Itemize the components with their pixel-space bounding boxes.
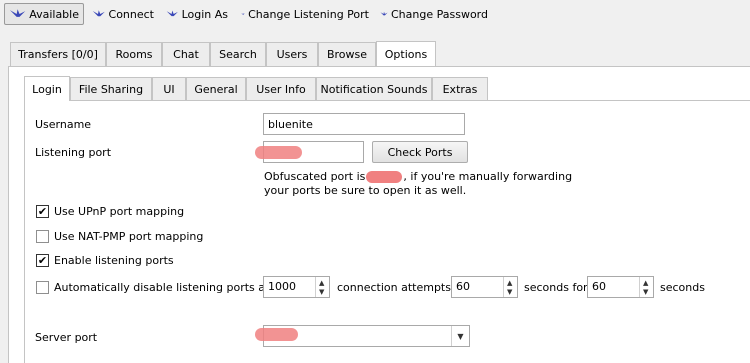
change-listening-port-label: Change Listening Port: [248, 7, 369, 21]
spin-down-icon[interactable]: ▼: [507, 288, 512, 296]
natpmp-label: Use NAT-PMP port mapping: [54, 230, 204, 243]
username-field[interactable]: bluenite: [263, 113, 465, 135]
obfuscated-text-start: Obfuscated port is: [264, 170, 366, 183]
tab-user-info[interactable]: User Info: [246, 77, 316, 101]
username-label: Username: [35, 118, 92, 131]
seconds-in-spinbox[interactable]: 60 ▲ ▼: [451, 276, 518, 298]
listening-port-label: Listening port: [35, 146, 112, 159]
enable-listening-label: Enable listening ports: [54, 254, 174, 267]
obfuscated-text-end: , if you're manually forwarding: [403, 170, 573, 183]
tab-browse[interactable]: Browse: [318, 42, 376, 66]
spin-down-icon[interactable]: ▼: [643, 288, 648, 296]
attempts-value: 1000: [268, 280, 296, 293]
login-as-button[interactable]: Login As: [162, 3, 232, 25]
upnp-checkbox[interactable]: ✔: [36, 205, 49, 218]
tab-users[interactable]: Users: [266, 42, 318, 66]
change-password-button[interactable]: Change Password: [376, 3, 492, 25]
spin-down-icon[interactable]: ▼: [319, 288, 324, 296]
available-button[interactable]: Available: [4, 3, 84, 25]
tab-search[interactable]: Search: [210, 42, 266, 66]
chevron-down-icon[interactable]: ▼: [451, 326, 469, 346]
bird-icon: [92, 10, 105, 17]
check-ports-button[interactable]: Check Ports: [372, 141, 468, 163]
auto-disable-checkbox[interactable]: [36, 281, 49, 294]
tab-rooms[interactable]: Rooms: [106, 42, 162, 66]
tab-login[interactable]: Login: [24, 76, 70, 101]
tab-extras[interactable]: Extras: [432, 77, 488, 101]
bird-icon: [241, 12, 245, 15]
bird-icon: [166, 10, 178, 17]
seconds-for-spinbox[interactable]: 60 ▲ ▼: [587, 276, 654, 298]
obfuscated-port-note-line2: your ports be sure to open it as well.: [264, 184, 467, 197]
seconds-for-label: seconds for: [524, 281, 588, 294]
obfuscated-port-note: Obfuscated port is , if you're manually f…: [264, 170, 572, 183]
username-value: bluenite: [268, 117, 313, 131]
seconds-label: seconds: [660, 281, 705, 294]
spin-arrows[interactable]: ▲ ▼: [639, 277, 653, 297]
bird-icon: [9, 9, 26, 17]
change-password-label: Change Password: [391, 7, 488, 21]
spin-up-icon[interactable]: ▲: [319, 279, 324, 287]
natpmp-checkbox[interactable]: [36, 230, 49, 243]
attempts-spinbox[interactable]: 1000 ▲ ▼: [263, 276, 330, 298]
connect-button[interactable]: Connect: [88, 3, 158, 25]
tab-general[interactable]: General: [186, 77, 246, 101]
toolbar: Available Connect Login As Change Listen…: [0, 0, 750, 30]
redaction-mark: [366, 171, 403, 183]
upnp-label: Use UPnP port mapping: [54, 205, 185, 218]
tab-transfers[interactable]: Transfers [0/0]: [10, 42, 106, 66]
seconds-in-value: 60: [456, 280, 470, 293]
available-label: Available: [29, 7, 79, 21]
redaction-mark: [255, 146, 302, 159]
tab-chat[interactable]: Chat: [162, 42, 210, 66]
tab-options[interactable]: Options: [376, 41, 436, 66]
spin-arrows[interactable]: ▲ ▼: [315, 277, 329, 297]
tab-ui[interactable]: UI: [152, 77, 186, 101]
enable-listening-checkbox[interactable]: ✔: [36, 254, 49, 267]
connection-attempts-label: connection attempts in: [337, 281, 465, 294]
server-port-label: Server port: [35, 331, 98, 344]
spin-up-icon[interactable]: ▲: [643, 279, 648, 287]
change-listening-port-button[interactable]: Change Listening Port: [237, 3, 373, 25]
seconds-for-value: 60: [592, 280, 606, 293]
spin-up-icon[interactable]: ▲: [507, 279, 512, 287]
auto-disable-label: Automatically disable listening ports af…: [54, 281, 285, 294]
connect-label: Connect: [108, 7, 154, 21]
bird-icon: [380, 11, 388, 16]
tab-file-sharing[interactable]: File Sharing: [70, 77, 152, 101]
redaction-mark: [255, 328, 298, 341]
tab-notification-sounds[interactable]: Notification Sounds: [316, 77, 432, 101]
login-as-label: Login As: [181, 7, 228, 21]
spin-arrows[interactable]: ▲ ▼: [503, 277, 517, 297]
